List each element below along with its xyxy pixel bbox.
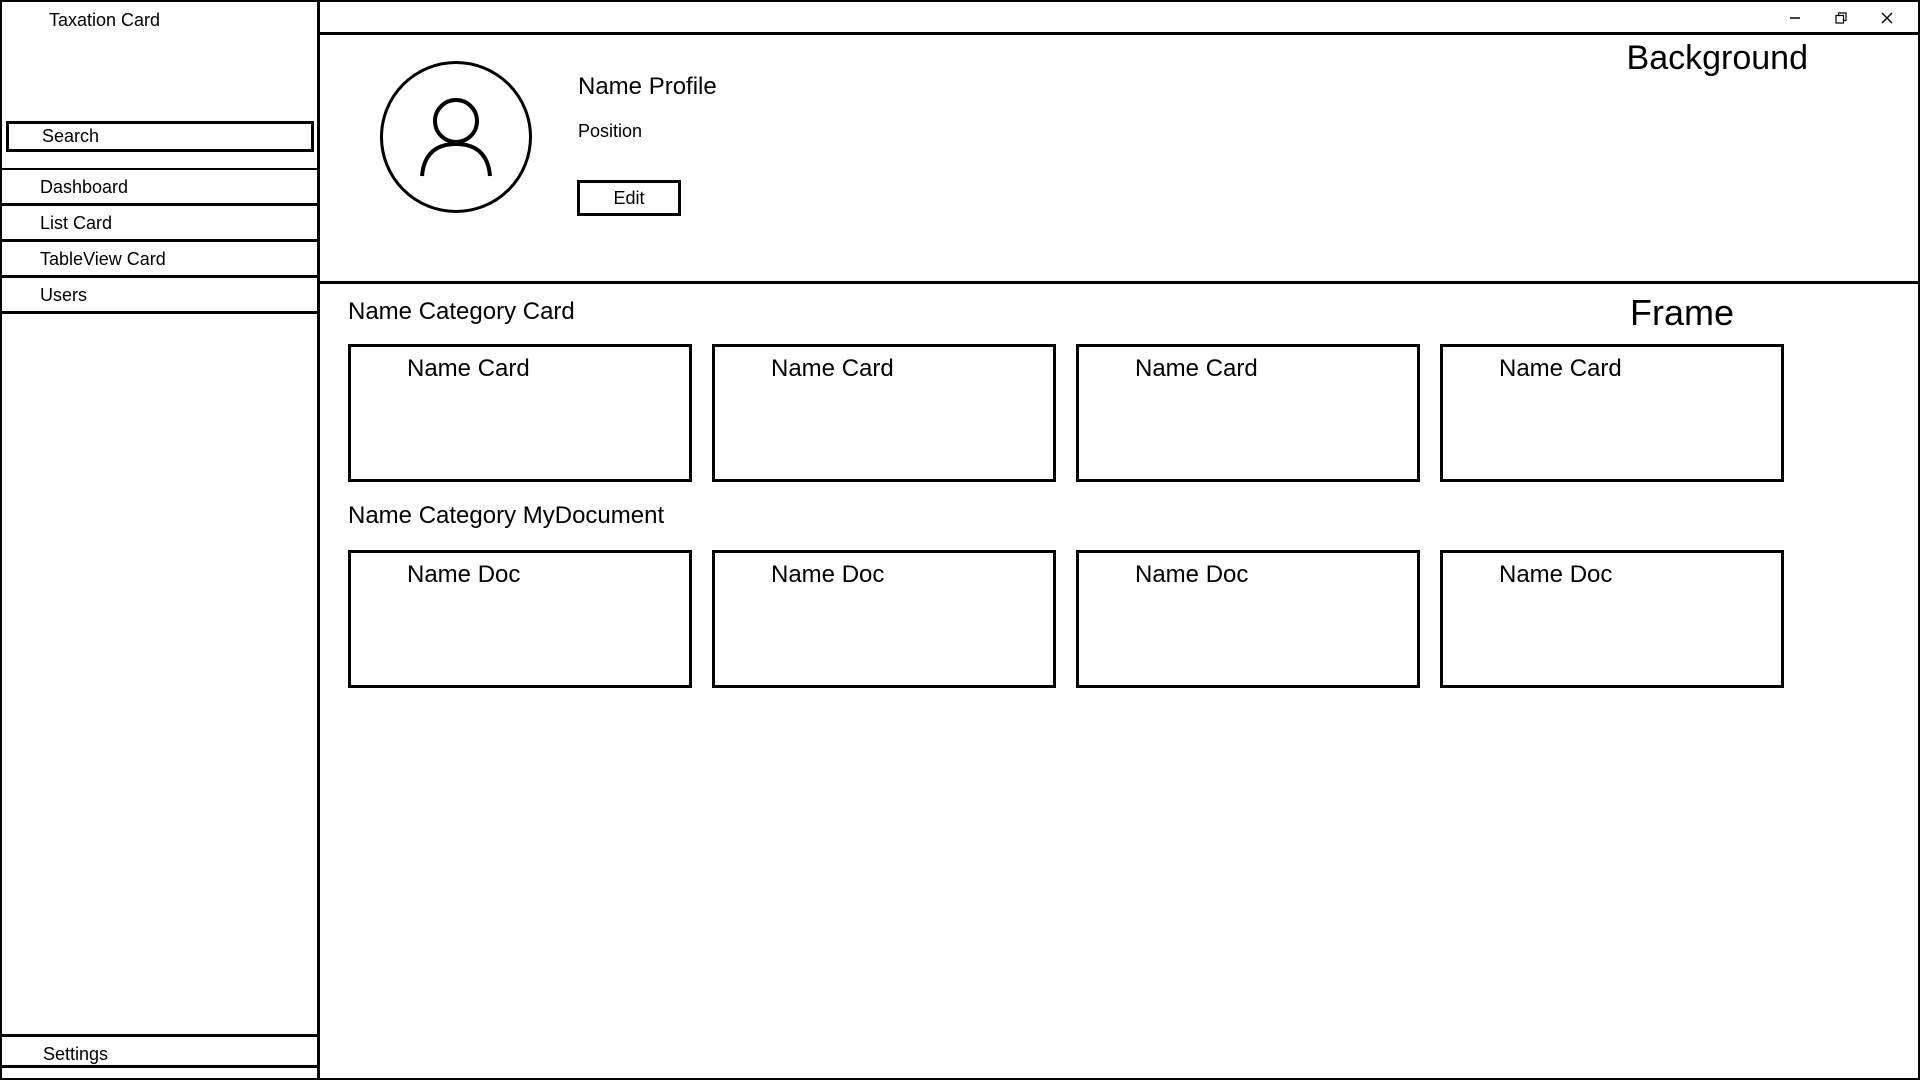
nav-list: Dashboard List Card TableView Card Users xyxy=(2,168,318,314)
doc-row: Name Doc Name Doc Name Doc Name Doc xyxy=(348,550,1804,688)
card-section-title: Name Category Card xyxy=(348,298,575,325)
content-frame: Frame Name Category Card Name Card Name … xyxy=(320,284,1918,1078)
category-card[interactable]: Name Card xyxy=(1076,344,1420,482)
frame-label: Frame xyxy=(1629,292,1734,333)
document-card[interactable]: Name Doc xyxy=(1440,550,1784,688)
doc-label: Name Doc xyxy=(407,561,521,588)
sidebar-item-tableview-card[interactable]: TableView Card xyxy=(2,242,318,278)
profile-name: Name Profile xyxy=(578,73,717,100)
app-window: Taxation Card Search Dashboard List Card… xyxy=(0,0,1920,1080)
card-label: Name Card xyxy=(1135,355,1258,382)
category-card[interactable]: Name Card xyxy=(712,344,1056,482)
card-label: Name Card xyxy=(771,355,894,382)
doc-section-title: Name Category MyDocument xyxy=(348,502,665,529)
profile-position: Position xyxy=(578,121,643,141)
doc-label: Name Doc xyxy=(1135,561,1249,588)
background-label: Background xyxy=(1626,39,1808,77)
search-input[interactable]: Search xyxy=(6,121,314,152)
avatar xyxy=(380,61,532,213)
profile-header: Name Profile Position Edit Background xyxy=(320,35,1918,284)
window-controls xyxy=(1772,6,1910,30)
app-title: Taxation Card xyxy=(49,10,161,30)
doc-label: Name Doc xyxy=(1499,561,1613,588)
sidebar-item-list-card[interactable]: List Card xyxy=(2,206,318,242)
sidebar: Taxation Card Search Dashboard List Card… xyxy=(2,2,320,1078)
sidebar-item-dashboard[interactable]: Dashboard xyxy=(2,170,318,206)
doc-label: Name Doc xyxy=(771,561,885,588)
document-card[interactable]: Name Doc xyxy=(712,550,1056,688)
category-card[interactable]: Name Card xyxy=(1440,344,1784,482)
document-card[interactable]: Name Doc xyxy=(1076,550,1420,688)
document-card[interactable]: Name Doc xyxy=(348,550,692,688)
card-row: Name Card Name Card Name Card Name Card xyxy=(348,344,1804,482)
user-icon xyxy=(420,98,492,177)
title-bar xyxy=(320,2,1918,35)
close-icon xyxy=(1881,12,1893,24)
card-label: Name Card xyxy=(1499,355,1622,382)
restore-icon xyxy=(1835,12,1847,24)
minimize-button[interactable] xyxy=(1772,6,1818,30)
restore-button[interactable] xyxy=(1818,6,1864,30)
card-label: Name Card xyxy=(407,355,530,382)
minimize-icon xyxy=(1790,17,1800,19)
close-button[interactable] xyxy=(1864,6,1910,30)
sidebar-item-users[interactable]: Users xyxy=(2,278,318,314)
sidebar-item-settings[interactable]: Settings xyxy=(2,1034,318,1068)
edit-button[interactable]: Edit xyxy=(577,180,681,216)
category-card[interactable]: Name Card xyxy=(348,344,692,482)
